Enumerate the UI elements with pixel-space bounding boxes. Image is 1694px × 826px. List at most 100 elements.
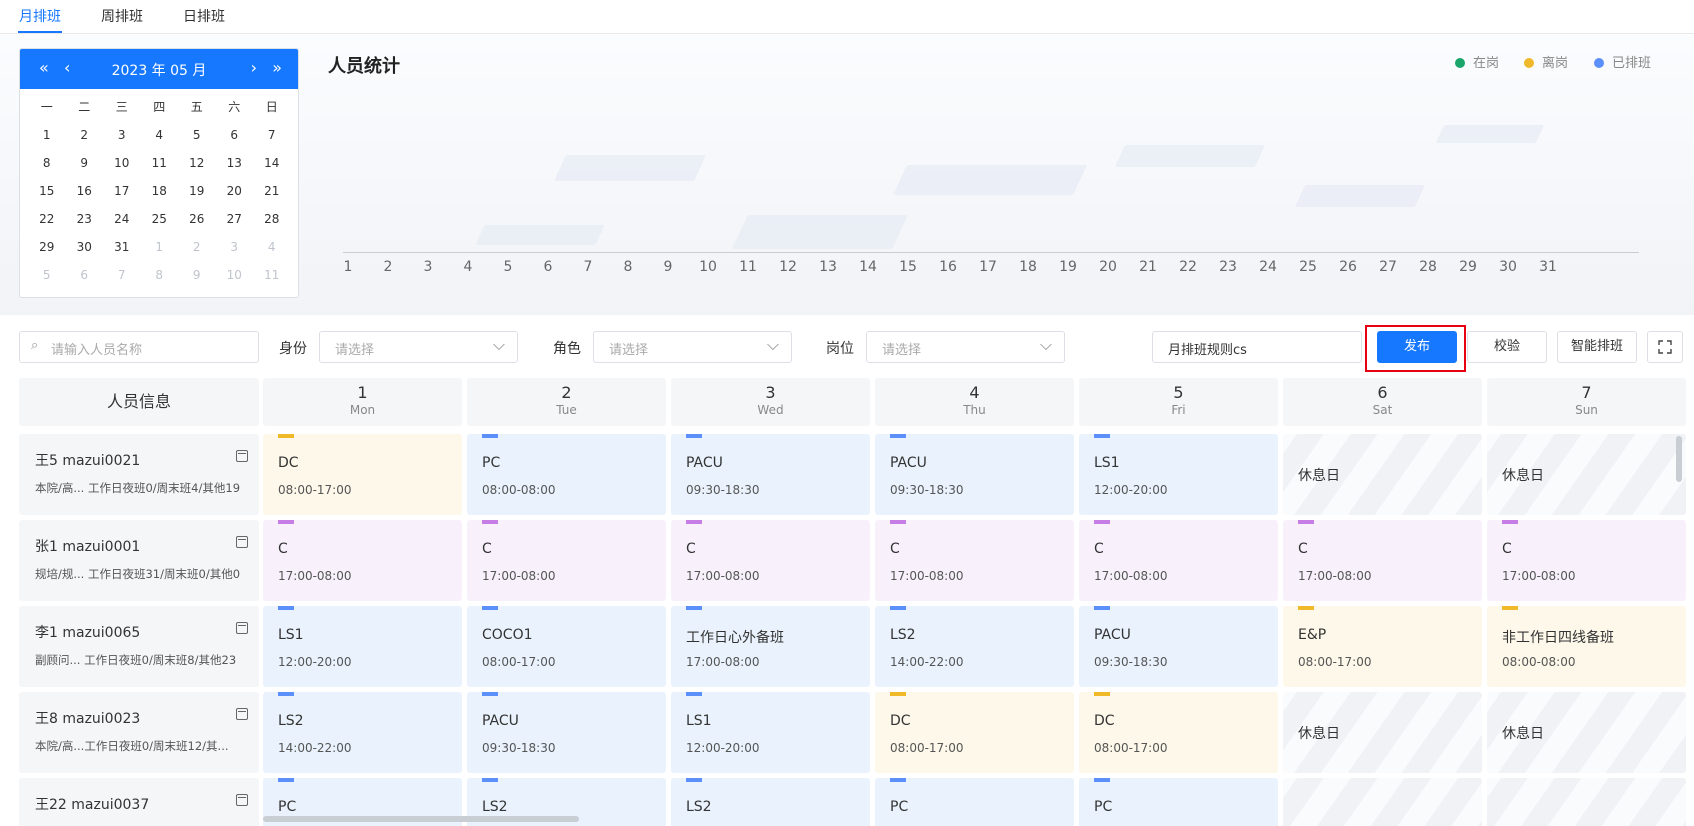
calendar-day[interactable]: 8	[28, 149, 66, 177]
shift-cell[interactable]: PACU 09:30-18:30	[875, 434, 1074, 515]
calendar-day[interactable]: 21	[253, 177, 291, 205]
shift-cell[interactable]: LS1 12:00-20:00	[263, 606, 462, 687]
tab-daily[interactable]: 日排班	[183, 6, 225, 26]
calendar-day[interactable]: 26	[178, 205, 216, 233]
fullscreen-icon[interactable]	[1647, 331, 1683, 363]
calendar-icon[interactable]	[236, 622, 248, 634]
publish-button[interactable]: 发布	[1377, 331, 1457, 363]
calendar-day[interactable]: 23	[66, 205, 104, 233]
shift-cell[interactable]: DC 08:00-17:00	[1079, 692, 1278, 773]
calendar-day[interactable]: 29	[28, 233, 66, 261]
calendar-day[interactable]: 15	[28, 177, 66, 205]
calendar-day[interactable]: 12	[178, 149, 216, 177]
calendar-day[interactable]: 31	[103, 233, 141, 261]
shift-cell[interactable]: C 17:00-08:00	[1079, 520, 1278, 601]
shift-cell[interactable]: PC	[1079, 778, 1278, 826]
calendar-day[interactable]: 10	[103, 149, 141, 177]
calendar-day[interactable]: 3	[216, 233, 254, 261]
shift-cell[interactable]: C 17:00-08:00	[1283, 520, 1482, 601]
calendar-day[interactable]: 25	[141, 205, 179, 233]
person-search-input[interactable]: ⌕ 请输入人员名称	[19, 331, 259, 363]
calendar-day[interactable]: 9	[178, 261, 216, 289]
calendar-day[interactable]: 18	[141, 177, 179, 205]
shift-cell[interactable]: DC 08:00-17:00	[875, 692, 1074, 773]
calendar-day[interactable]: 7	[253, 121, 291, 149]
vertical-scrollbar[interactable]	[1676, 436, 1682, 482]
rest-day-cell[interactable]: 休息日	[1283, 434, 1482, 515]
calendar-day[interactable]: 3	[103, 121, 141, 149]
calendar-icon[interactable]	[236, 708, 248, 720]
shift-cell[interactable]: PACU 09:30-18:30	[671, 434, 870, 515]
rest-day-cell[interactable]: 休息日	[1487, 692, 1686, 773]
shift-cell[interactable]: LS2 14:00-22:00	[263, 692, 462, 773]
calendar-day[interactable]: 11	[141, 149, 179, 177]
shift-cell[interactable]: E&P 08:00-17:00	[1283, 606, 1482, 687]
schedule-rule-select[interactable]: 月排班规则cs	[1152, 331, 1362, 363]
rest-day-cell[interactable]: 休息日	[1283, 692, 1482, 773]
shift-cell[interactable]: C 17:00-08:00	[263, 520, 462, 601]
shift-cell[interactable]: 非工作日四线备班 08:00-08:00	[1487, 606, 1686, 687]
calendar-day[interactable]: 16	[66, 177, 104, 205]
post-select[interactable]: 请选择 ⌵	[866, 331, 1065, 363]
shift-cell[interactable]: LS1 12:00-20:00	[671, 692, 870, 773]
shift-cell[interactable]: 工作日心外备班 17:00-08:00	[671, 606, 870, 687]
next-year-icon[interactable]: »	[272, 58, 282, 77]
smart-schedule-button[interactable]: 智能排班	[1557, 331, 1637, 363]
rest-day-cell[interactable]	[1487, 778, 1686, 826]
shift-cell[interactable]: LS2	[671, 778, 870, 826]
calendar-day[interactable]: 8	[141, 261, 179, 289]
calendar-day[interactable]: 5	[178, 121, 216, 149]
rest-day-cell[interactable]	[1283, 778, 1482, 826]
calendar-day[interactable]: 1	[28, 121, 66, 149]
rest-day-cell[interactable]: 休息日	[1487, 434, 1686, 515]
calendar-day[interactable]: 24	[103, 205, 141, 233]
tab-monthly[interactable]: 月排班	[19, 6, 61, 26]
calendar-day[interactable]: 7	[103, 261, 141, 289]
role-select[interactable]: 请选择 ⌵	[593, 331, 792, 363]
calendar-day[interactable]: 14	[253, 149, 291, 177]
shift-cell[interactable]: DC 08:00-17:00	[263, 434, 462, 515]
shift-cell[interactable]: C 17:00-08:00	[875, 520, 1074, 601]
next-month-icon[interactable]: ›	[251, 58, 257, 77]
person-cell: 王5 mazui0021 本院/高... 工作日夜班0/周末班4/其他19	[19, 434, 259, 515]
calendar-day[interactable]: 13	[216, 149, 254, 177]
calendar-day[interactable]: 4	[253, 233, 291, 261]
shift-cell[interactable]: C 17:00-08:00	[671, 520, 870, 601]
shift-cell[interactable]: PACU 09:30-18:30	[467, 692, 666, 773]
calendar-icon[interactable]	[236, 794, 248, 806]
calendar-day[interactable]: 20	[216, 177, 254, 205]
calendar-day[interactable]: 19	[178, 177, 216, 205]
calendar-day[interactable]: 9	[66, 149, 104, 177]
shift-cell[interactable]: C 17:00-08:00	[1487, 520, 1686, 601]
calendar-weekday: 六	[228, 100, 241, 114]
horizontal-scrollbar[interactable]	[263, 816, 579, 822]
calendar-day[interactable]: 5	[28, 261, 66, 289]
calendar-day[interactable]: 4	[141, 121, 179, 149]
calendar-day[interactable]: 11	[253, 261, 291, 289]
shift-cell[interactable]: LS1 12:00-20:00	[1079, 434, 1278, 515]
x-tick-label: 5	[503, 259, 513, 275]
shift-cell[interactable]: C 17:00-08:00	[467, 520, 666, 601]
shift-cell[interactable]: PC 08:00-08:00	[467, 434, 666, 515]
calendar-day[interactable]: 6	[216, 121, 254, 149]
calendar-icon[interactable]	[236, 450, 248, 462]
calendar-day[interactable]: 10	[216, 261, 254, 289]
shift-cell[interactable]: COCO1 08:00-17:00	[467, 606, 666, 687]
shift-cell[interactable]: LS2 14:00-22:00	[875, 606, 1074, 687]
verify-button[interactable]: 校验	[1467, 331, 1547, 363]
identity-select[interactable]: 请选择 ⌵	[319, 331, 518, 363]
calendar-icon[interactable]	[236, 536, 248, 548]
calendar-day[interactable]: 2	[66, 121, 104, 149]
calendar-day[interactable]: 22	[28, 205, 66, 233]
calendar-day[interactable]: 1	[141, 233, 179, 261]
calendar-day[interactable]: 2	[178, 233, 216, 261]
tab-weekly[interactable]: 周排班	[101, 6, 143, 26]
shift-cell[interactable]: PACU 09:30-18:30	[1079, 606, 1278, 687]
calendar-day[interactable]: 28	[253, 205, 291, 233]
calendar-day[interactable]: 30	[66, 233, 104, 261]
calendar-day[interactable]: 17	[103, 177, 141, 205]
shift-cell[interactable]: PC	[875, 778, 1074, 826]
shift-name: C	[278, 541, 288, 557]
calendar-day[interactable]: 27	[216, 205, 254, 233]
calendar-day[interactable]: 6	[66, 261, 104, 289]
